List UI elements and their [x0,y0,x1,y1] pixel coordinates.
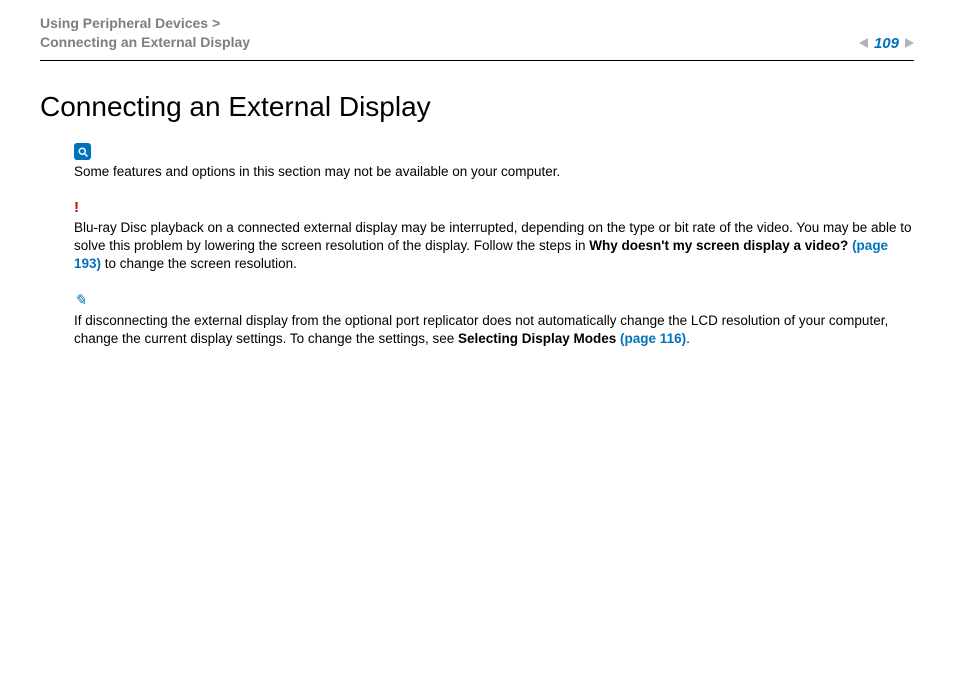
breadcrumb: Using Peripheral Devices > Connecting an… [40,14,250,52]
tip-link[interactable]: (page 116) [620,331,686,346]
prev-page-icon[interactable] [859,38,868,48]
breadcrumb-line-2: Connecting an External Display [40,33,250,52]
page-header: Using Peripheral Devices > Connecting an… [40,0,914,61]
page-number: 109 [874,35,899,52]
magnifier-icon [74,143,91,160]
next-page-icon[interactable] [905,38,914,48]
tip-bold: Selecting Display Modes [458,331,620,346]
warning-bold: Why doesn't my screen display a video? [589,238,852,253]
pencil-icon: ✎ [74,291,87,311]
page: Using Peripheral Devices > Connecting an… [0,0,954,674]
tip-icon-row: ✎ [74,292,914,310]
page-body: Some features and options in this sectio… [40,143,914,348]
page-title: Connecting an External Display [40,91,914,123]
warning-note: ! Blu-ray Disc playback on a connected e… [74,199,914,274]
info-icon-row [74,143,914,161]
breadcrumb-line-1: Using Peripheral Devices > [40,14,250,33]
info-text: Some features and options in this sectio… [74,163,914,181]
warning-icon-row: ! [74,199,914,217]
tip-text: If disconnecting the external display fr… [74,312,914,348]
tip-note: ✎ If disconnecting the external display … [74,292,914,348]
page-nav: 109 [859,35,914,52]
tip-post: . [686,331,690,346]
exclamation-icon: ! [74,198,79,218]
warning-text: Blu-ray Disc playback on a connected ext… [74,219,914,274]
warning-post: to change the screen resolution. [101,256,297,271]
info-note: Some features and options in this sectio… [74,143,914,181]
